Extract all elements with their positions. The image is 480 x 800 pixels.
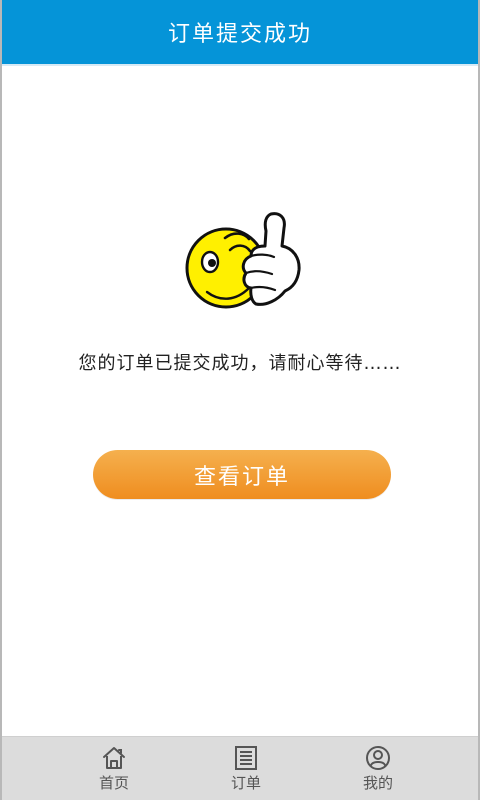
orders-icon xyxy=(235,746,257,770)
nav-item-orders[interactable]: 订单 xyxy=(180,737,312,800)
profile-icon xyxy=(366,746,390,770)
nav-label-orders: 订单 xyxy=(230,774,261,792)
view-order-button[interactable]: 查看订单 xyxy=(93,450,391,499)
header-divider xyxy=(2,64,478,66)
nav-item-profile[interactable]: 我的 xyxy=(312,737,444,800)
nav-item-home[interactable]: 首页 xyxy=(48,737,180,800)
header-bar: 订单提交成功 xyxy=(2,0,478,64)
app-window: 订单提交成功 您的订单已提交成功，请耐心等待…… 查看订单 首页 订单 我的 xyxy=(0,0,480,800)
page-title: 订单提交成功 xyxy=(167,22,312,47)
thumb-icon xyxy=(241,212,301,306)
home-icon xyxy=(103,747,125,769)
nav-label-profile: 我的 xyxy=(362,774,393,792)
bottom-navigation: 首页 订单 我的 xyxy=(2,736,478,800)
success-message: 您的订单已提交成功，请耐心等待…… xyxy=(78,353,402,374)
nav-label-home: 首页 xyxy=(98,774,129,792)
left-pupil-icon xyxy=(208,259,216,267)
thumbs-up-smiley-icon xyxy=(185,212,301,309)
